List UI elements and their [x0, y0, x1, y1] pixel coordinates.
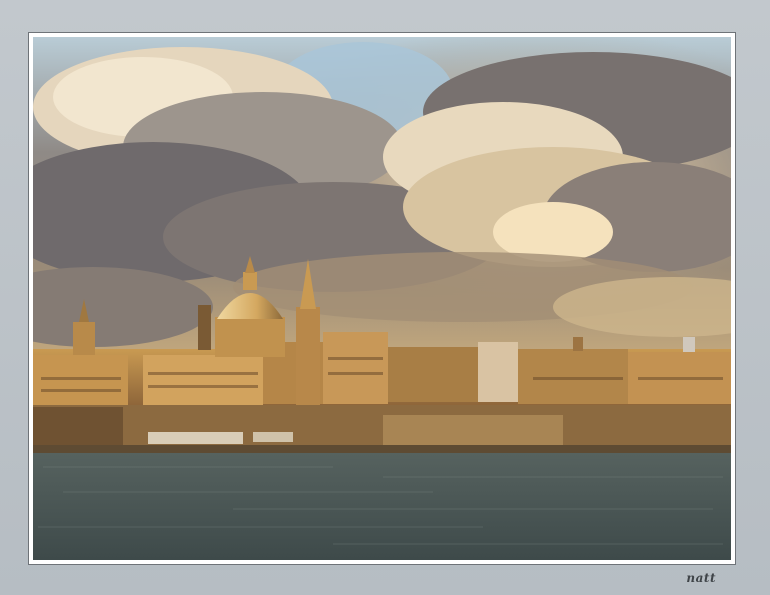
harbor-walls — [33, 405, 731, 453]
photo-frame — [29, 33, 735, 564]
signature: natt — [686, 571, 716, 585]
photograph — [33, 37, 731, 560]
harbor-skyline-photo — [33, 37, 731, 560]
